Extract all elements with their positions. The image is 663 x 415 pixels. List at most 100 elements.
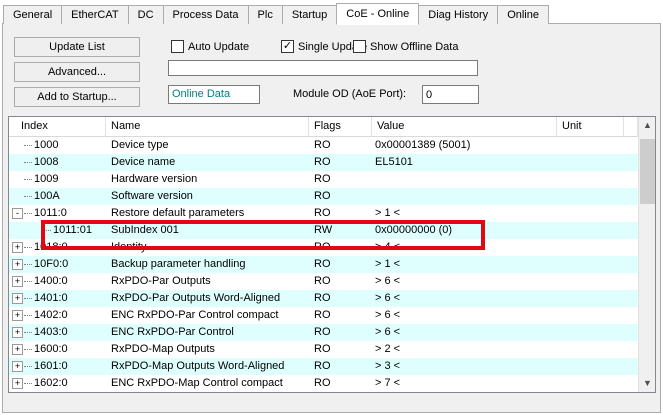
expand-plus-icon[interactable]: + xyxy=(12,327,23,338)
column-header-unit[interactable]: Unit xyxy=(557,117,624,136)
table-row-1402:0[interactable]: +1402:0ENC RxPDO-Par Control compactRO> … xyxy=(9,307,638,324)
cell-index: +10F0:0 xyxy=(9,256,106,273)
table-row-100A[interactable]: 100ASoftware versionRO xyxy=(9,188,638,205)
table-row-1008[interactable]: 1008Device nameROEL5101 xyxy=(9,154,638,171)
scroll-down-icon[interactable]: ▼ xyxy=(639,375,656,392)
cell-flags: RO xyxy=(309,324,372,341)
cell-index: +1402:0 xyxy=(9,307,106,324)
table-row-1403:0[interactable]: +1403:0ENC RxPDO-Par ControlRO> 6 < xyxy=(9,324,638,341)
module-od-input[interactable] xyxy=(422,85,479,104)
tab-ethercat[interactable]: EtherCAT xyxy=(61,5,128,24)
cell-name: Restore default parameters xyxy=(106,205,309,222)
index-value: 1008 xyxy=(34,154,58,171)
auto-update-label: Auto Update xyxy=(188,41,249,53)
cell-index: +1601:0 xyxy=(9,358,106,375)
table-header: IndexNameFlagsValueUnit xyxy=(9,117,638,137)
cell-index: +1403:0 xyxy=(9,324,106,341)
cell-index: +1400:0 xyxy=(9,273,106,290)
cell-unit xyxy=(557,307,624,324)
auto-update-checkbox[interactable]: Auto Update xyxy=(171,40,249,53)
index-value: 1600:0 xyxy=(34,341,68,358)
cell-name: ENC RxPDO-Par Control xyxy=(106,324,309,341)
tab-diag-history[interactable]: Diag History xyxy=(418,5,498,24)
column-header-name[interactable]: Name xyxy=(106,117,309,136)
cell-flags: RO xyxy=(309,375,372,392)
table-row-10F0:0[interactable]: +10F0:0Backup parameter handlingRO> 1 < xyxy=(9,256,638,273)
cell-name: Device type xyxy=(106,137,309,154)
scrollbar-thumb[interactable] xyxy=(640,139,655,204)
column-header-flags[interactable]: Flags xyxy=(309,117,372,136)
index-value: 1601:0 xyxy=(34,358,68,375)
cell-flags: RO xyxy=(309,273,372,290)
online-data-indicator: Online Data xyxy=(168,85,260,104)
tab-online[interactable]: Online xyxy=(497,5,549,24)
show-offline-data-checkbox[interactable]: Show Offline Data xyxy=(353,40,458,53)
tab-startup[interactable]: Startup xyxy=(282,5,337,24)
tree-branch-icon xyxy=(24,213,32,214)
cell-flags: RO xyxy=(309,341,372,358)
cell-unit xyxy=(557,171,624,188)
expand-plus-icon[interactable]: + xyxy=(12,276,23,287)
table-row-1011:0[interactable]: -1011:0Restore default parametersRO> 1 < xyxy=(9,205,638,222)
column-header-value[interactable]: Value xyxy=(372,117,557,136)
cell-unit xyxy=(557,290,624,307)
index-value: 1011:01 xyxy=(53,222,92,239)
table-row-1018:0[interactable]: +1018:0IdentityRO> 4 < xyxy=(9,239,638,256)
cell-value: > 2 < xyxy=(372,341,557,358)
add-to-startup-button[interactable]: Add to Startup... xyxy=(14,87,140,107)
expand-plus-icon[interactable]: + xyxy=(12,344,23,355)
table-row-1601:0[interactable]: +1601:0RxPDO-Map Outputs Word-AlignedRO>… xyxy=(9,358,638,375)
cell-value: 0x00000000 (0) xyxy=(372,222,557,239)
cell-index: 100A xyxy=(9,188,106,205)
expand-plus-icon[interactable]: + xyxy=(12,378,23,389)
table-row-1011:01[interactable]: 1011:01SubIndex 001RW0x00000000 (0) xyxy=(9,222,638,239)
cell-flags: RO xyxy=(309,154,372,171)
scroll-up-icon[interactable]: ▲ xyxy=(639,117,656,134)
expand-plus-icon[interactable]: + xyxy=(12,259,23,270)
collapse-minus-icon[interactable]: - xyxy=(12,208,23,219)
cell-unit xyxy=(557,137,624,154)
table-row-1401:0[interactable]: +1401:0RxPDO-Par Outputs Word-AlignedRO>… xyxy=(9,290,638,307)
expand-plus-icon[interactable]: + xyxy=(12,242,23,253)
cell-value: 0x00001389 (5001) xyxy=(372,137,557,154)
table-row-1602:0[interactable]: +1602:0ENC RxPDO-Map Control compactRO> … xyxy=(9,375,638,392)
expand-plus-icon[interactable]: + xyxy=(12,361,23,372)
cell-unit xyxy=(557,341,624,358)
table-body: 1000Device typeRO0x00001389 (5001)1008De… xyxy=(9,137,638,392)
cell-name: RxPDO-Par Outputs Word-Aligned xyxy=(106,290,309,307)
cell-value: EL5101 xyxy=(372,154,557,171)
index-value: 1400:0 xyxy=(34,273,68,290)
column-header-index[interactable]: Index xyxy=(9,117,106,136)
tab-bar: GeneralEtherCATDCProcess DataPlcStartupC… xyxy=(3,2,549,24)
cell-unit xyxy=(557,239,624,256)
tab-plc[interactable]: Plc xyxy=(248,5,283,24)
table-row-1000[interactable]: 1000Device typeRO0x00001389 (5001) xyxy=(9,137,638,154)
vertical-scrollbar[interactable]: ▲ ▼ xyxy=(638,117,655,392)
cell-value: > 1 < xyxy=(372,205,557,222)
filter-input[interactable] xyxy=(168,60,478,76)
expand-plus-icon[interactable]: + xyxy=(12,310,23,321)
expand-plus-icon[interactable]: + xyxy=(12,293,23,304)
advanced-button[interactable]: Advanced... xyxy=(14,62,140,82)
index-value: 1401:0 xyxy=(34,290,68,307)
tree-branch-icon xyxy=(24,179,32,180)
cell-unit xyxy=(557,375,624,392)
update-list-button[interactable]: Update List xyxy=(14,37,140,57)
cell-unit xyxy=(557,273,624,290)
table-row-1600:0[interactable]: +1600:0RxPDO-Map OutputsRO> 2 < xyxy=(9,341,638,358)
table-row-1009[interactable]: 1009Hardware versionRO xyxy=(9,171,638,188)
cell-unit xyxy=(557,205,624,222)
tab-coe-online[interactable]: CoE - Online xyxy=(336,3,419,25)
table-row-1400:0[interactable]: +1400:0RxPDO-Par OutputsRO> 6 < xyxy=(9,273,638,290)
cell-flags: RW xyxy=(309,222,372,239)
tab-process-data[interactable]: Process Data xyxy=(163,5,249,24)
tab-dc[interactable]: DC xyxy=(128,5,164,24)
index-value: 1009 xyxy=(34,171,58,188)
tab-general[interactable]: General xyxy=(3,5,62,24)
tree-branch-icon xyxy=(24,366,32,367)
index-value: 100A xyxy=(34,188,60,205)
module-od-label: Module OD (AoE Port): xyxy=(293,88,406,100)
cell-value: > 6 < xyxy=(372,307,557,324)
tree-branch-icon xyxy=(24,298,32,299)
cell-value: > 6 < xyxy=(372,273,557,290)
